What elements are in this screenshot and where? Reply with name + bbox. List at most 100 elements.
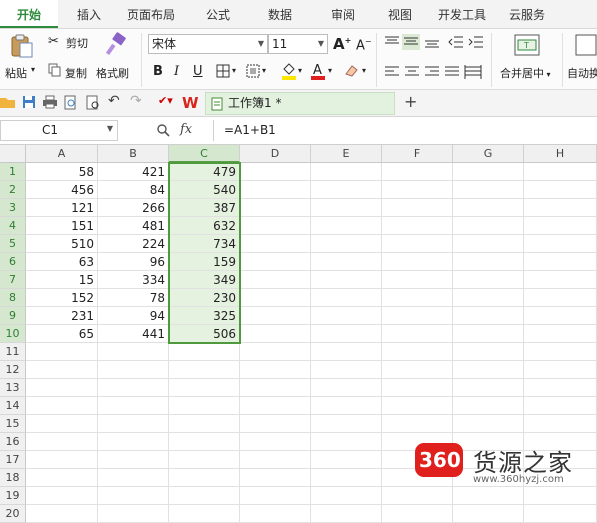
cell-e7[interactable]	[311, 271, 382, 289]
cell-a6[interactable]: 63	[26, 253, 98, 271]
cell-b5[interactable]: 224	[98, 235, 169, 253]
tab-5[interactable]: 审阅	[314, 0, 372, 28]
cell-f15[interactable]	[382, 415, 453, 433]
clear-format-icon[interactable]	[344, 62, 360, 78]
cell-h10[interactable]	[524, 325, 597, 343]
cell-g6[interactable]	[453, 253, 524, 271]
cell-g10[interactable]	[453, 325, 524, 343]
cell-d9[interactable]	[240, 307, 311, 325]
cell-e13[interactable]	[311, 379, 382, 397]
cell-h2[interactable]	[524, 181, 597, 199]
row-header-17[interactable]: 17	[0, 451, 26, 469]
cell-a20[interactable]	[26, 505, 98, 523]
row-header-7[interactable]: 7	[0, 271, 26, 289]
cell-c17[interactable]	[169, 451, 240, 469]
cell-h9[interactable]	[524, 307, 597, 325]
distribute-icon[interactable]	[464, 65, 482, 79]
cell-a14[interactable]	[26, 397, 98, 415]
cell-g2[interactable]	[453, 181, 524, 199]
row-header-1[interactable]: 1	[0, 163, 26, 181]
cell-a12[interactable]	[26, 361, 98, 379]
insert-function-button[interactable]: fx	[180, 122, 192, 137]
cell-h4[interactable]	[524, 217, 597, 235]
cell-b1[interactable]: 421	[98, 163, 169, 181]
cell-f1[interactable]	[382, 163, 453, 181]
fill-color-icon[interactable]	[281, 61, 297, 81]
cell-g8[interactable]	[453, 289, 524, 307]
cell-e18[interactable]	[311, 469, 382, 487]
cell-f20[interactable]	[382, 505, 453, 523]
cell-a2[interactable]: 456	[26, 181, 98, 199]
cell-c5[interactable]: 734	[169, 235, 240, 253]
align-middle-icon[interactable]	[402, 34, 420, 50]
cell-b7[interactable]: 334	[98, 271, 169, 289]
cell-f13[interactable]	[382, 379, 453, 397]
cell-c15[interactable]	[169, 415, 240, 433]
chevron-down-icon[interactable]: ▾	[31, 65, 35, 74]
tab-2[interactable]: 页面布局	[114, 0, 188, 28]
copy-button[interactable]: 复制	[65, 65, 87, 81]
cell-a5[interactable]: 510	[26, 235, 98, 253]
cell-style-icon[interactable]	[246, 64, 260, 78]
align-bottom-icon[interactable]	[424, 35, 440, 49]
cell-h14[interactable]	[524, 397, 597, 415]
format-painter-icon[interactable]	[104, 32, 128, 58]
column-header-d[interactable]: D	[240, 145, 311, 163]
cell-e17[interactable]	[311, 451, 382, 469]
cell-h7[interactable]	[524, 271, 597, 289]
cell-b3[interactable]: 266	[98, 199, 169, 217]
cell-e4[interactable]	[311, 217, 382, 235]
cell-a13[interactable]	[26, 379, 98, 397]
cell-b6[interactable]: 96	[98, 253, 169, 271]
tab-7[interactable]: 开发工具	[428, 0, 496, 28]
column-header-f[interactable]: F	[382, 145, 453, 163]
paste-button[interactable]: 粘贴	[5, 65, 27, 81]
cell-e5[interactable]	[311, 235, 382, 253]
cell-b17[interactable]	[98, 451, 169, 469]
cell-e2[interactable]	[311, 181, 382, 199]
cell-b16[interactable]	[98, 433, 169, 451]
row-header-16[interactable]: 16	[0, 433, 26, 451]
cell-f7[interactable]	[382, 271, 453, 289]
cell-b11[interactable]	[98, 343, 169, 361]
cell-h13[interactable]	[524, 379, 597, 397]
print-icon[interactable]	[42, 95, 58, 109]
cell-c20[interactable]	[169, 505, 240, 523]
cell-e10[interactable]	[311, 325, 382, 343]
grow-font-button[interactable]: A+	[333, 35, 351, 53]
cell-d15[interactable]	[240, 415, 311, 433]
wps-logo-icon[interactable]: W	[182, 94, 200, 110]
cell-f2[interactable]	[382, 181, 453, 199]
cell-f3[interactable]	[382, 199, 453, 217]
cell-e1[interactable]	[311, 163, 382, 181]
underline-button[interactable]: U	[193, 64, 203, 79]
merge-cells-icon[interactable]: T	[514, 34, 540, 56]
tab-0[interactable]: 开始	[0, 0, 58, 28]
cell-d14[interactable]	[240, 397, 311, 415]
copy-icon[interactable]	[48, 63, 62, 77]
cell-c8[interactable]: 230	[169, 289, 240, 307]
new-tab-button[interactable]: +	[404, 92, 417, 111]
cell-c10[interactable]: 506	[169, 325, 240, 343]
cell-h6[interactable]	[524, 253, 597, 271]
cell-b15[interactable]	[98, 415, 169, 433]
cell-d8[interactable]	[240, 289, 311, 307]
cell-g15[interactable]	[453, 415, 524, 433]
align-top-icon[interactable]	[384, 35, 400, 49]
cell-c9[interactable]: 325	[169, 307, 240, 325]
cell-c18[interactable]	[169, 469, 240, 487]
page-view-icon[interactable]	[86, 95, 100, 110]
row-header-11[interactable]: 11	[0, 343, 26, 361]
cell-e6[interactable]	[311, 253, 382, 271]
cell-d17[interactable]	[240, 451, 311, 469]
tab-4[interactable]: 数据	[248, 0, 312, 28]
cell-g11[interactable]	[453, 343, 524, 361]
select-all-corner[interactable]	[0, 145, 26, 163]
cell-d3[interactable]	[240, 199, 311, 217]
cell-h3[interactable]	[524, 199, 597, 217]
cell-b9[interactable]: 94	[98, 307, 169, 325]
font-size-select[interactable]: 11 ▼	[268, 34, 328, 54]
cell-d11[interactable]	[240, 343, 311, 361]
cell-d5[interactable]	[240, 235, 311, 253]
cell-f11[interactable]	[382, 343, 453, 361]
